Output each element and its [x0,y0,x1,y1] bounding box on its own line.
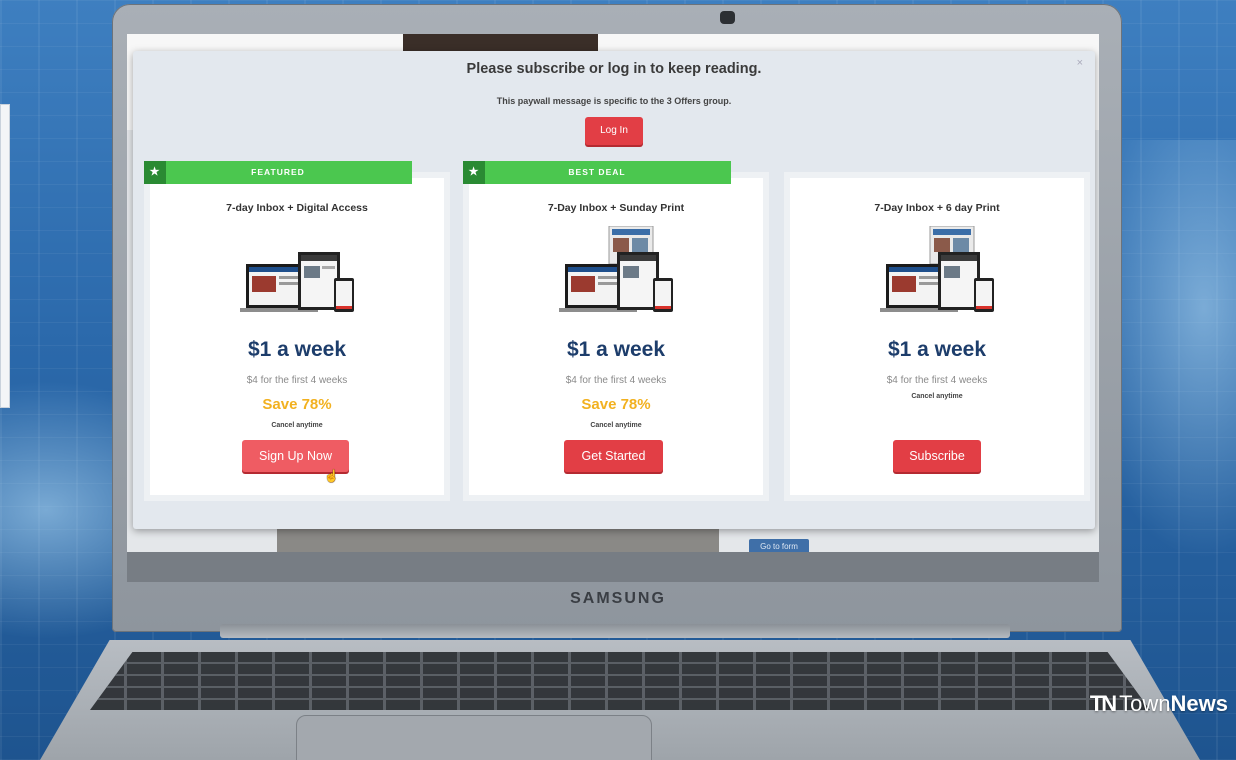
star-icon: ★ [463,161,485,184]
offer-name: 7-day Inbox + Digital Access [226,202,368,214]
touchpad [296,715,652,760]
offer-price: $1 a week [566,338,666,361]
offer-intro-price: $4 for the first 4 weeks [565,375,667,386]
pointer-cursor-icon: ☝ [324,469,339,483]
offer-cancel-note: Cancel anytime [590,422,642,429]
modal-subtitle: This paywall message is specific to the … [496,96,732,106]
get-started-button[interactable]: Get Started [564,440,663,472]
devices-illustration [880,226,994,312]
watermark-town-text: Town [1119,691,1171,716]
offer-name: 7-Day Inbox + 6 day Print [874,202,1000,214]
star-icon: ★ [144,161,166,184]
devices-illustration [559,226,673,312]
offer-name: 7-Day Inbox + Sunday Print [547,202,685,214]
offer-price: $1 a week [247,338,347,361]
offer-cancel-note: Cancel anytime [911,393,963,400]
devices-illustration [240,252,354,312]
offer-banner-label: FEATURED [251,167,305,177]
watermark-news-text: News [1170,691,1228,716]
offer-banner-label: BEST DEAL [568,167,626,177]
offer-intro-price: $4 for the first 4 weeks [886,375,988,386]
offer-cancel-note: Cancel anytime [271,422,323,429]
offer-savings: Save 78% [581,396,651,413]
offer-card-sunday: ★ BEST DEAL 7-Day Inbox + Sunday Print $… [463,161,763,495]
townnews-watermark: TN TownNews [1090,691,1228,717]
offer-savings: Save 78% [262,396,332,413]
laptop-brand-logo: SAMSUNG [570,590,666,607]
offer-banner-best-deal: ★ BEST DEAL [463,161,731,184]
paywall-modal: × Please subscribe or log in to keep rea… [133,51,1095,529]
keyboard-rows [90,652,1150,710]
webcam-icon [720,11,735,24]
offer-card-six-day: 7-Day Inbox + 6 day Print $1 a week $4 f… [790,178,1084,495]
screen-bezel-bottom [127,552,1099,582]
subscribe-button[interactable]: Subscribe [893,440,981,472]
login-button[interactable]: Log In [585,117,643,145]
laptop-hinge [220,624,1010,638]
modal-title: Please subscribe or log in to keep readi… [466,61,762,77]
sign-up-now-label: Sign Up Now [259,449,332,463]
offer-banner-featured: ★ FEATURED [144,161,412,184]
side-panel [0,104,10,408]
laptop-screen: Go to form × Please subscribe or log in … [127,34,1099,582]
offer-card-digital: ★ FEATURED 7-day Inbox + Digital Access [144,161,444,495]
offer-price: $1 a week [887,338,987,361]
townnews-logo-icon: TN [1089,691,1117,716]
sign-up-now-button[interactable]: Sign Up Now ☝ [242,440,349,483]
offer-intro-price: $4 for the first 4 weeks [246,375,348,386]
